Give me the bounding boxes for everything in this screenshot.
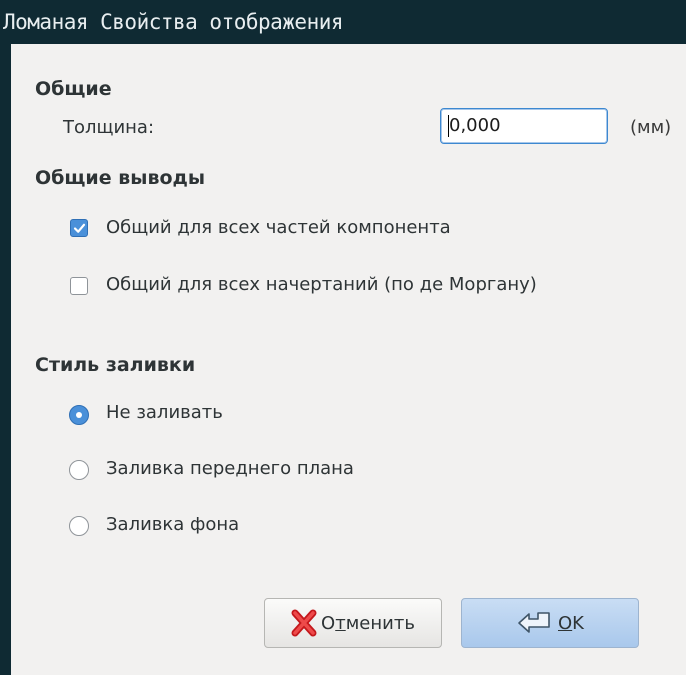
checkbox-all-units[interactable] xyxy=(70,219,88,237)
checkbox-demorgan[interactable] xyxy=(70,277,88,295)
checkbox-label-demorgan: Общий для всех начертаний (по де Моргану… xyxy=(106,274,537,295)
window-title: Ломаная Свойства отображения xyxy=(0,0,686,44)
section-heading-fill-style: Стиль заливки xyxy=(35,354,196,376)
text-caret xyxy=(448,115,449,137)
cancel-button-label: Отменить xyxy=(321,612,415,634)
checkbox-label-all-units: Общий для всех частей компонента xyxy=(106,217,451,238)
properties-dialog: Общие Толщина: 0,000 (мм) Общие выводы О… xyxy=(11,44,686,675)
red-x-icon xyxy=(291,609,317,637)
checkmark-icon xyxy=(73,223,86,233)
enter-arrow-icon xyxy=(518,612,550,633)
thickness-value: 0,000 xyxy=(449,115,501,136)
section-heading-common-pins: Общие выводы xyxy=(35,167,206,189)
thickness-input[interactable]: 0,000 xyxy=(440,108,608,144)
ok-button-label: OK xyxy=(558,612,584,634)
radio-label-no-fill: Не заливать xyxy=(106,402,223,423)
radio-foreground-fill[interactable] xyxy=(69,460,89,480)
radio-no-fill[interactable] xyxy=(69,405,89,425)
radio-label-foreground-fill: Заливка переднего плана xyxy=(106,458,354,479)
ok-button[interactable]: OK xyxy=(461,598,639,648)
cancel-button[interactable]: Отменить xyxy=(264,598,442,648)
radio-label-background-fill: Заливка фона xyxy=(106,514,240,535)
unit-label: (мм) xyxy=(630,117,672,138)
radio-background-fill[interactable] xyxy=(69,516,89,536)
section-heading-general: Общие xyxy=(35,78,112,100)
thickness-label: Толщина: xyxy=(63,117,155,138)
